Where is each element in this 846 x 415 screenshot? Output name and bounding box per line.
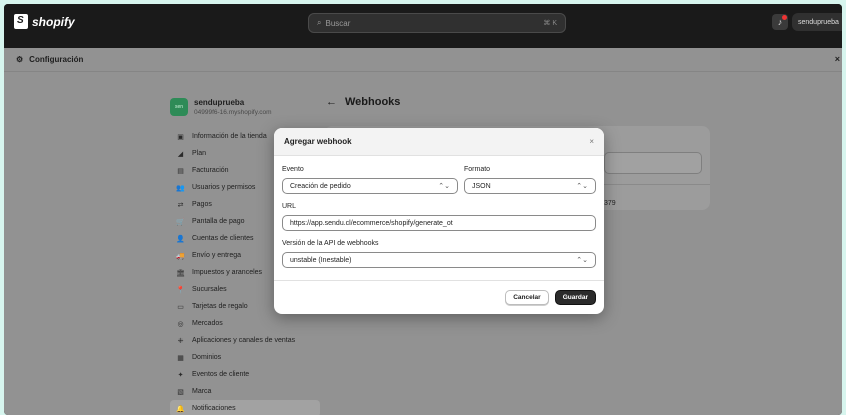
brand-icon: ▧ [177,388,184,396]
top-bar: shopify ⌕ Buscar ⌘ K ♪ senduprueba [4,4,842,40]
sidebar-item-label: Información de la tienda [192,133,267,140]
sidebar-item-label: Marca [192,388,212,395]
modal-header: Agregar webhook × [274,128,604,156]
truck-icon: 🚚 [176,252,185,260]
page-title: ← Webhooks [326,96,400,108]
payments-icon: ⇄ [177,201,184,209]
sidebar-item-label: Mercados [192,320,223,327]
cart-icon: 🛒 [176,218,185,226]
url-input[interactable]: https://app.sendu.cl/ecommerce/shopify/g… [282,215,596,231]
domain-icon: ▦ [177,354,184,362]
store-icon: ▣ [177,133,184,141]
shopify-logo[interactable]: shopify [14,14,75,29]
format-select[interactable]: JSON ⌃⌄ [464,178,596,194]
save-button[interactable]: Guardar [554,290,596,305]
sidebar-item-label: Tarjetas de regalo [192,303,248,310]
select-chevron-icon: ⌃⌄ [438,183,450,190]
api-version-value: unstable (Inestable) [290,256,352,264]
background-number: 379 [604,200,616,207]
sidebar-item-label: Eventos de cliente [192,371,250,378]
api-version-select[interactable]: unstable (Inestable) ⌃⌄ [282,252,596,268]
modal-close-button[interactable]: × [589,137,594,146]
gear-icon: ⚙ [16,55,24,64]
store-url: 04999f6-16.myshopify.com [194,109,272,116]
modal-body: Evento Creación de pedido ⌃⌄ Formato JSO… [274,156,604,280]
sidebar-item-label: Notificaciones [192,405,236,412]
sidebar-item-label: Sucursales [192,286,227,293]
brand-name: shopify [32,14,75,29]
notifications-bell-icon[interactable]: ♪ [772,14,788,30]
sidebar-item[interactable]: ⁜ Aplicaciones y canales de ventas [170,332,320,349]
background-field [604,152,702,174]
settings-title: Configuración [29,55,84,64]
sidebar-item-label: Plan [192,150,207,157]
sidebar-item[interactable]: ◎ Mercados [170,315,320,332]
sidebar-item-label: Cuentas de clientes [192,235,254,242]
search-icon: ⌕ [317,18,322,27]
modal-footer: Cancelar Guardar [274,280,604,314]
modal-title: Agregar webhook [284,137,352,146]
store-info[interactable]: sen senduprueba 04999f6-16.myshopify.com [170,90,320,124]
url-label: URL [282,203,297,210]
sidebar-item[interactable]: ▦ Dominios [170,349,320,366]
location-icon: 📍 [176,286,185,294]
search-placeholder: Buscar [325,18,351,28]
receipt-icon: ▤ [177,167,184,175]
bell-icon: 🔔 [176,405,185,413]
search-shortcut: ⌘ K [543,20,557,27]
page-title-text: Webhooks [345,96,401,108]
globe-icon: ◎ [177,320,184,328]
url-input-value: https://app.sendu.cl/ecommerce/shopify/g… [290,219,453,227]
add-webhook-modal: Agregar webhook × Evento Creación de ped… [274,128,604,314]
event-label: Evento [282,166,304,173]
sidebar-item[interactable]: 🔔 Notificaciones [170,400,320,415]
sidebar-item-label: Impuestos y aranceles [192,269,263,276]
app-frame: shopify ⌕ Buscar ⌘ K ♪ senduprueba ⚙ Con… [4,4,842,415]
back-arrow-icon[interactable]: ← [326,96,337,108]
cancel-button[interactable]: Cancelar [505,290,549,305]
users-icon: 👥 [176,184,185,192]
events-icon: ✦ [177,371,184,379]
sidebar-item-label: Aplicaciones y canales de ventas [192,337,296,344]
sidebar-item-label: Facturación [192,167,229,174]
format-label: Formato [464,166,491,173]
tax-icon: 🏛 [176,269,185,277]
sidebar-item-label: Pagos [192,201,212,208]
person-icon: 👤 [176,235,185,243]
format-select-value: JSON [472,182,491,190]
shopify-bag-icon [14,14,28,29]
search-bar[interactable]: ⌕ Buscar ⌘ K [308,13,566,33]
sidebar-item-label: Pantalla de pago [192,218,245,225]
gift-card-icon: ▭ [177,303,184,311]
sidebar-item-label: Envío y entrega [192,252,242,259]
apps-icon: ⁜ [177,337,184,345]
event-select-value: Creación de pedido [290,182,351,190]
store-name: senduprueba [194,98,245,107]
select-chevron-icon: ⌃⌄ [576,183,588,190]
store-avatar: sen [170,98,188,116]
sidebar-item[interactable]: ✦ Eventos de cliente [170,366,320,383]
sidebar-item[interactable]: ▧ Marca [170,383,320,400]
user-menu[interactable]: senduprueba [792,13,842,31]
sidebar-item-label: Usuarios y permisos [192,184,256,191]
sidebar-item-label: Dominios [192,354,222,361]
settings-close-button[interactable]: × [835,54,840,64]
api-version-label: Versión de la API de webhooks [282,240,379,247]
user-name: senduprueba [798,18,839,26]
event-select[interactable]: Creación de pedido ⌃⌄ [282,178,458,194]
settings-header: ⚙ Configuración × [4,48,842,72]
select-chevron-icon: ⌃⌄ [576,257,588,264]
chart-icon: ◢ [177,150,184,158]
